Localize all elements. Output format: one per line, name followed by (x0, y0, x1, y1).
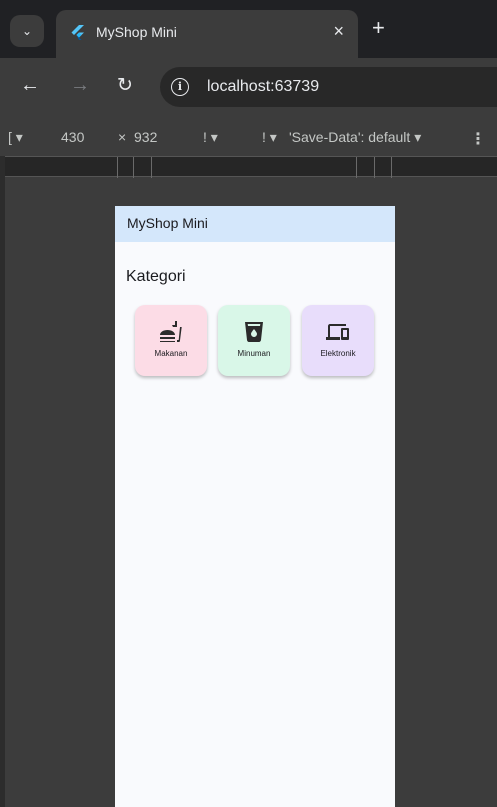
forward-arrow-icon[interactable]: → (70, 74, 90, 97)
section-title: Kategori (126, 268, 186, 285)
zoom-dropdown[interactable]: ! ▾ (203, 129, 218, 146)
app-title: MyShop Mini (127, 215, 208, 231)
category-label: Minuman (237, 349, 271, 358)
dimensions-dropdown[interactable]: [ ▾ (8, 129, 23, 146)
devices-icon (326, 324, 349, 340)
url-text[interactable]: localhost:63739 (207, 78, 319, 96)
tab-strip: ⌄ MyShop Mini × + (0, 0, 497, 58)
save-data-dropdown[interactable]: 'Save-Data': default ▾ (289, 129, 421, 146)
browser-toolbar: ← → ↻ i localhost:63739 (0, 58, 497, 116)
viewport-width-input[interactable]: 430 (61, 129, 84, 145)
tab-search-button[interactable]: ⌄ (10, 15, 44, 47)
device-viewport: MyShop Mini Kategori Makanan Minuman Ele… (115, 206, 395, 807)
left-gutter (0, 156, 5, 807)
address-bar[interactable]: i localhost:63739 (160, 67, 497, 107)
fastfood-icon (160, 321, 182, 342)
browser-tab[interactable]: MyShop Mini × (56, 10, 358, 58)
new-tab-icon[interactable]: + (372, 17, 385, 39)
times-symbol: × (118, 129, 127, 145)
category-card-makanan[interactable]: Makanan (135, 305, 207, 376)
category-card-elektronik[interactable]: Elektronik (302, 305, 374, 376)
tab-close-icon[interactable]: × (333, 21, 344, 42)
category-card-minuman[interactable]: Minuman (218, 305, 290, 376)
chevron-down-icon: ⌄ (21, 24, 33, 38)
throttle-dropdown[interactable]: ! ▾ (262, 129, 277, 146)
media-query-ruler (5, 156, 497, 178)
more-options-icon[interactable]: ⋮ (470, 129, 486, 149)
site-info-icon[interactable]: i (171, 78, 189, 96)
viewport-height-input[interactable]: 932 (134, 129, 157, 145)
device-toolbar: [ ▾ 430 × 932 ! ▾ ! ▾ 'Save-Data': defau… (0, 116, 497, 156)
flutter-favicon-icon (71, 25, 84, 40)
reload-icon[interactable]: ↻ (117, 74, 133, 97)
back-arrow-icon[interactable]: ← (20, 74, 40, 97)
app-bar: MyShop Mini (115, 206, 395, 242)
category-label: Elektronik (320, 349, 356, 358)
category-label: Makanan (154, 349, 188, 358)
drink-cup-icon (245, 322, 263, 342)
tab-title: MyShop Mini (96, 24, 177, 40)
